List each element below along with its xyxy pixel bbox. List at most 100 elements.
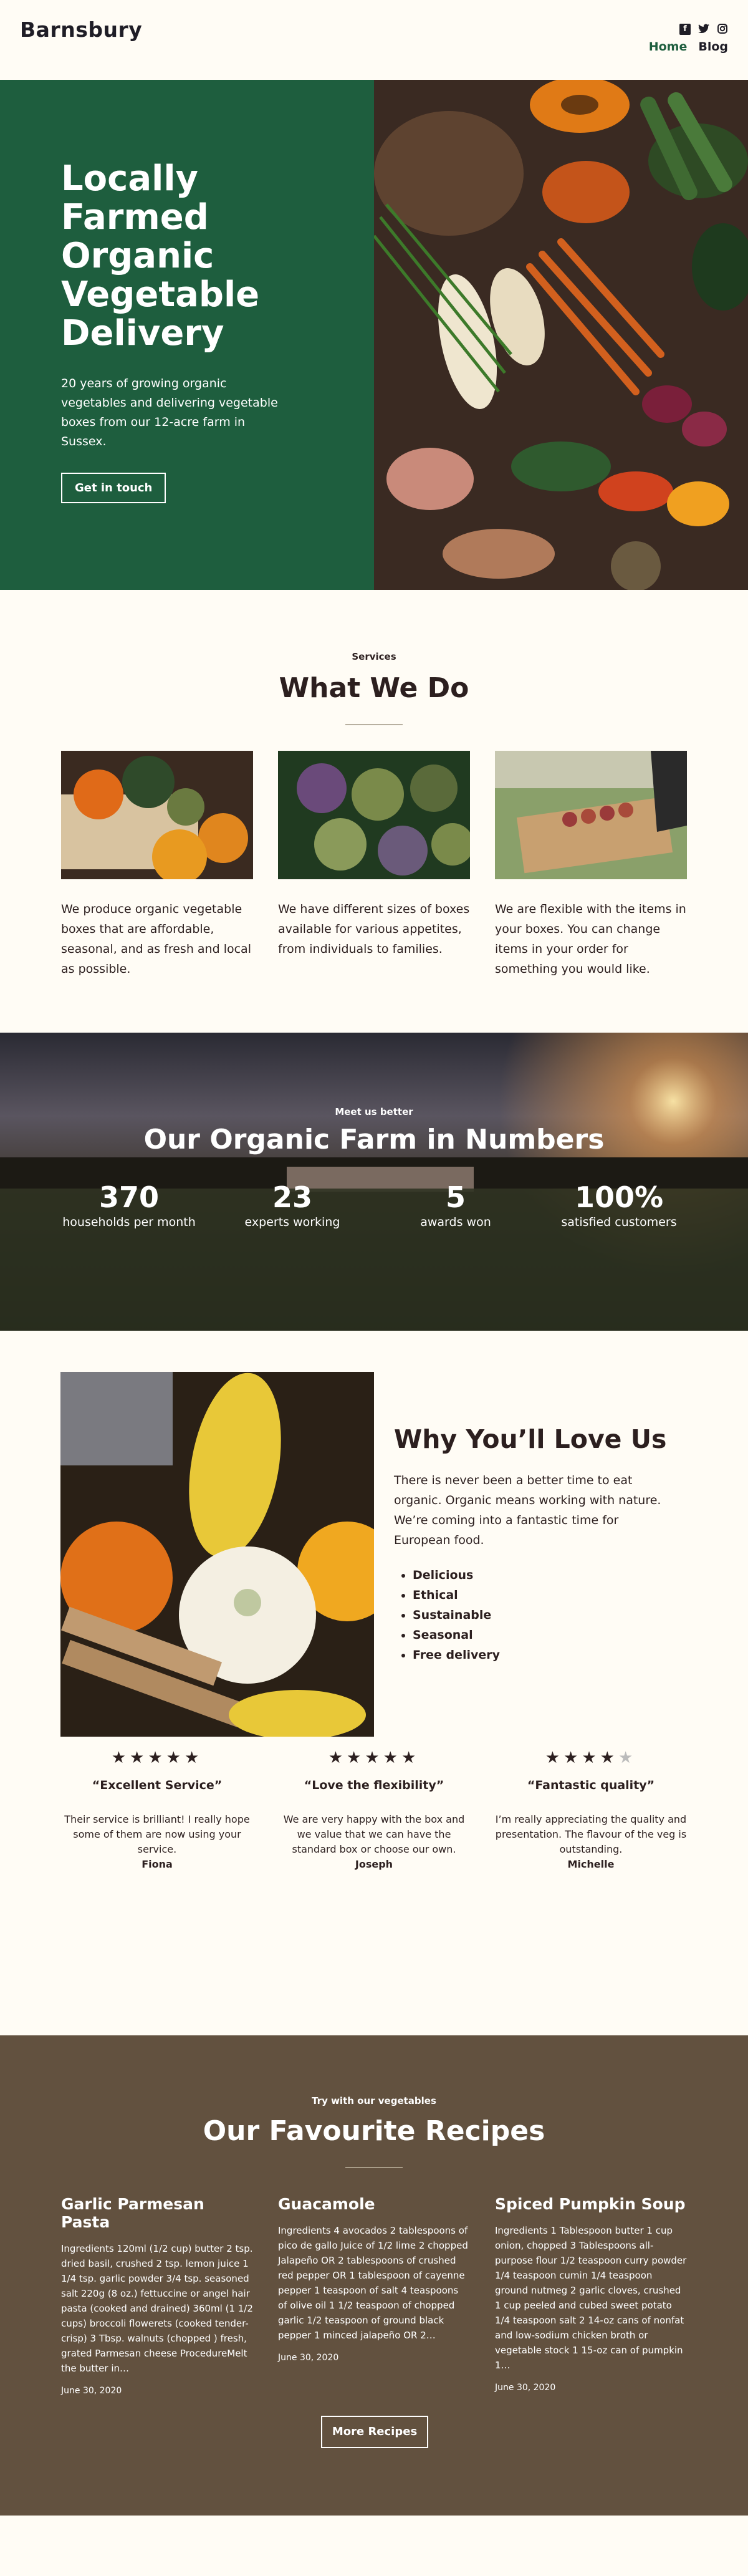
recipe-excerpt: Ingredients 1 Tablespoon butter 1 cup on…: [495, 2225, 687, 2371]
stat-households: 370 households per month: [47, 1180, 211, 1229]
stat-satisfied: 100% satisfied customers: [537, 1180, 701, 1229]
testimonial-card: ★★★★★ “Fantastic quality” I’m really app…: [495, 1749, 687, 1870]
stat-value: 23: [272, 1180, 312, 1214]
testimonial-card: ★★★★★ “Love the flexibility” We are very…: [278, 1749, 470, 1870]
star-icon: ★: [582, 1749, 600, 1767]
service-card: We produce organic vegetable boxes that …: [61, 751, 253, 979]
stat-value: 100%: [574, 1180, 664, 1214]
star-rating: ★★★★★: [278, 1749, 470, 1767]
stats-eyebrow: Meet us better: [335, 1106, 413, 1117]
star-icon: ★: [148, 1749, 166, 1767]
recipe-date: June 30, 2020: [61, 2386, 122, 2396]
list-item: Ethical: [413, 1585, 668, 1605]
nav-home[interactable]: Home: [649, 40, 688, 54]
star-icon: ★: [328, 1749, 347, 1767]
recipes-eyebrow: Try with our vegetables: [312, 2095, 436, 2106]
footer: [0, 2516, 748, 2576]
testimonial-text: Their service is brilliant! I really hop…: [64, 1813, 250, 1855]
divider: [345, 2167, 403, 2168]
stat-value: 5: [445, 1180, 466, 1214]
stat-label: experts working: [244, 1215, 340, 1229]
hero-subtitle: 20 years of growing organic vegetables a…: [61, 377, 278, 448]
stat-label: satisfied customers: [561, 1215, 677, 1229]
hero-vegetables-image: [374, 80, 748, 590]
list-item: Seasonal: [413, 1625, 668, 1645]
list-item: Delicious: [413, 1565, 668, 1585]
star-icon: ★: [383, 1749, 401, 1767]
hero-panel: Locally Farmed Organic Vegetable Deliver…: [0, 80, 374, 590]
service-card-text: We are flexible with the items in your b…: [495, 902, 686, 976]
stat-experts: 23 experts working: [211, 1180, 374, 1229]
service-card-text: We produce organic vegetable boxes that …: [61, 902, 251, 976]
hero-section: Locally Farmed Organic Vegetable Deliver…: [0, 80, 748, 590]
recipe-title-link[interactable]: Spiced Pumpkin Soup: [495, 2195, 687, 2213]
stats-title: Our Organic Farm in Numbers: [143, 1124, 605, 1155]
main-nav: Home Blog: [649, 40, 728, 54]
recipes-title: Our Favourite Recipes: [203, 2115, 545, 2147]
star-icon: ★: [111, 1749, 130, 1767]
artichokes-image: [278, 751, 470, 879]
why-title: Why You’ll Love Us: [394, 1424, 667, 1454]
services-eyebrow: Services: [352, 651, 396, 662]
recipe-date: June 30, 2020: [495, 2383, 556, 2393]
get-in-touch-button[interactable]: Get in touch: [61, 473, 166, 503]
site-logo[interactable]: Barnsbury: [20, 17, 142, 42]
instagram-icon[interactable]: [717, 24, 728, 35]
recipe-card: Spiced Pumpkin Soup Ingredients 1 Tables…: [495, 2195, 687, 2396]
testimonial-text: We are very happy with the box and we va…: [283, 1813, 465, 1855]
testimonial-title: “Fantastic quality”: [527, 1778, 655, 1792]
recipe-date: June 30, 2020: [278, 2353, 339, 2363]
testimonial-author: Fiona: [141, 1858, 173, 1870]
recipe-excerpt: Ingredients 120ml (1/2 cup) butter 2 tsp…: [61, 2243, 253, 2374]
testimonial-author: Joseph: [355, 1858, 393, 1870]
star-icon: ★: [365, 1749, 383, 1767]
hero-title: Locally Farmed Organic Vegetable Deliver…: [61, 158, 260, 354]
recipe-title-link[interactable]: Guacamole: [278, 2195, 470, 2213]
star-rating: ★★★★★: [495, 1749, 687, 1767]
list-item: Free delivery: [413, 1645, 668, 1665]
recipe-card: Garlic Parmesan Pasta Ingredients 120ml …: [61, 2195, 253, 2396]
recipe-excerpt: Ingredients 4 avocados 2 tablespoons of …: [278, 2225, 468, 2341]
star-icon: ★: [401, 1749, 420, 1767]
services-title: What We Do: [279, 672, 469, 704]
star-icon: ★: [184, 1749, 203, 1767]
social-links: f: [679, 24, 728, 35]
why-paragraph: There is never been a better time to eat…: [394, 1474, 661, 1547]
squash-crate-image: [60, 1372, 374, 1737]
recipe-title-link[interactable]: Garlic Parmesan Pasta: [61, 2195, 253, 2231]
facebook-icon[interactable]: f: [679, 24, 691, 35]
twitter-icon[interactable]: [698, 24, 709, 35]
service-card: We are flexible with the items in your b…: [495, 751, 687, 979]
stat-awards: 5 awards won: [374, 1180, 537, 1229]
stat-value: 370: [98, 1180, 160, 1214]
testimonial-title: “Excellent Service”: [92, 1778, 223, 1792]
star-icon: ★: [600, 1749, 618, 1767]
star-icon: ★: [545, 1749, 564, 1767]
testimonial-author: Michelle: [567, 1858, 615, 1870]
star-icon: ★: [347, 1749, 365, 1767]
divider: [345, 724, 403, 725]
stats-section: Meet us better Our Organic Farm in Numbe…: [0, 1033, 748, 1331]
star-icon: ★: [166, 1749, 185, 1767]
nav-blog[interactable]: Blog: [698, 40, 728, 54]
recipes-section: Try with our vegetables Our Favourite Re…: [0, 2035, 748, 2516]
why-section: Why You’ll Love Us There is never been a…: [0, 1331, 748, 1749]
testimonial-text: I’m really appreciating the quality and …: [495, 1813, 687, 1855]
testimonials-section: ★★★★★ “Excellent Service” Their service …: [0, 1749, 748, 2035]
pumpkin-crate-image: [61, 751, 253, 879]
service-card: We have different sizes of boxes availab…: [278, 751, 470, 979]
more-recipes-button[interactable]: More Recipes: [321, 2416, 428, 2448]
stat-label: households per month: [62, 1215, 196, 1229]
stat-label: awards won: [420, 1215, 491, 1229]
harvest-box-image: [495, 751, 687, 879]
why-list: Delicious Ethical Sustainable Seasonal F…: [394, 1565, 668, 1665]
site-header: Barnsbury f Home Blog: [0, 0, 748, 80]
recipe-card: Guacamole Ingredients 4 avocados 2 table…: [278, 2195, 470, 2396]
testimonial-card: ★★★★★ “Excellent Service” Their service …: [61, 1749, 253, 1870]
testimonial-title: “Love the flexibility”: [304, 1778, 444, 1792]
star-rating: ★★★★★: [61, 1749, 253, 1767]
star-empty-icon: ★: [618, 1749, 637, 1767]
star-icon: ★: [563, 1749, 582, 1767]
service-card-text: We have different sizes of boxes availab…: [278, 902, 470, 956]
star-icon: ★: [130, 1749, 148, 1767]
